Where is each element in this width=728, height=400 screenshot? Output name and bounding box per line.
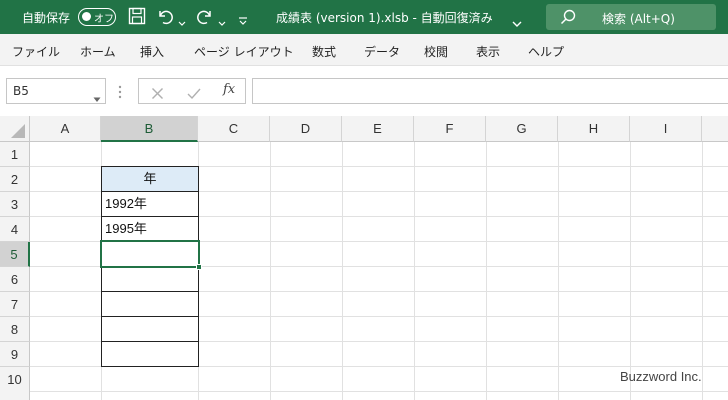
grid-line	[414, 142, 415, 400]
cell-b7[interactable]	[101, 291, 199, 317]
tab-review[interactable]: 校閲	[424, 43, 448, 60]
cell-b4[interactable]: 1995年	[101, 216, 199, 242]
tab-formulas[interactable]: 数式	[312, 43, 336, 60]
grid-line	[342, 142, 343, 400]
undo-icon[interactable]	[156, 7, 174, 27]
tab-help[interactable]: ヘルプ	[528, 43, 564, 60]
row-header-10[interactable]: 10	[0, 367, 30, 400]
name-box[interactable]: B5	[6, 78, 106, 104]
formula-buttons: fx	[138, 78, 246, 104]
grid-line	[486, 142, 487, 400]
row-header-7[interactable]: 7	[0, 292, 30, 317]
tab-insert[interactable]: 挿入	[140, 43, 164, 60]
formula-bar: B5 fx	[0, 66, 728, 116]
autosave-label: 自動保存	[22, 11, 71, 25]
document-title: 成績表 (version 1).xlsb - 自動回復済み	[276, 11, 493, 25]
title-bar: 自動保存 オフ 成績表 (version 1).xlsb - 自動回復済み 検索…	[0, 0, 728, 34]
toggle-knob	[82, 12, 91, 21]
undo-dropdown-icon[interactable]	[178, 12, 186, 32]
column-header-e[interactable]: E	[342, 116, 414, 142]
insert-function-button[interactable]: fx	[223, 82, 235, 97]
row-header-4[interactable]: 4	[0, 217, 30, 242]
column-header-i[interactable]: I	[630, 116, 702, 142]
redo-icon[interactable]	[196, 7, 214, 27]
row-header-2[interactable]: 2	[0, 167, 30, 192]
column-header-g[interactable]: G	[486, 116, 558, 142]
cell-b3[interactable]: 1992年	[101, 191, 199, 217]
column-header-c[interactable]: C	[198, 116, 270, 142]
name-box-value: B5	[13, 84, 29, 98]
redo-dropdown-icon[interactable]	[218, 12, 226, 32]
column-header-a[interactable]: A	[30, 116, 101, 142]
tab-page-layout[interactable]: ページ レイアウト	[194, 43, 294, 60]
check-icon[interactable]	[187, 85, 201, 104]
row-header-1[interactable]: 1	[0, 142, 30, 167]
autosave-toggle[interactable]: オフ	[78, 8, 116, 26]
search-placeholder: 検索 (Alt+Q)	[602, 12, 675, 26]
formula-input[interactable]	[252, 78, 728, 104]
tab-home[interactable]: ホーム	[80, 43, 116, 60]
row-header-9[interactable]: 9	[0, 342, 30, 367]
name-box-dropdown-icon[interactable]	[93, 88, 101, 107]
fill-handle[interactable]	[196, 264, 202, 270]
row-header-3[interactable]: 3	[0, 192, 30, 217]
cell-b9[interactable]	[101, 341, 199, 367]
tab-view[interactable]: 表示	[476, 43, 500, 60]
drag-handle-icon[interactable]	[118, 84, 122, 103]
title-dropdown-icon[interactable]	[512, 13, 522, 32]
search-box[interactable]: 検索 (Alt+Q)	[546, 4, 716, 30]
column-header-b[interactable]: B	[101, 116, 198, 142]
grid-line	[630, 142, 631, 400]
row-header-5[interactable]: 5	[0, 242, 30, 267]
tab-file[interactable]: ファイル	[12, 43, 60, 60]
cell-b2[interactable]: 年	[101, 166, 199, 192]
ribbon-tabs: ファイル ホーム 挿入 ページ レイアウト 数式 データ 校閲 表示 ヘルプ	[0, 34, 728, 66]
column-header-f[interactable]: F	[414, 116, 486, 142]
row-header-8[interactable]: 8	[0, 317, 30, 342]
grid-line	[702, 142, 703, 400]
save-icon[interactable]	[128, 7, 146, 27]
column-header-h[interactable]: H	[558, 116, 630, 142]
cell-b6[interactable]	[101, 266, 199, 292]
customize-toolbar-icon[interactable]	[238, 11, 248, 31]
select-all-corner[interactable]	[0, 116, 30, 142]
grid-line	[558, 142, 559, 400]
grid-line	[270, 142, 271, 400]
grid-line	[30, 391, 728, 392]
cancel-icon[interactable]	[151, 85, 164, 104]
watermark: Buzzword Inc.	[620, 369, 702, 384]
autosave-state: オフ	[94, 14, 114, 25]
column-header-d[interactable]: D	[270, 116, 342, 142]
search-icon	[560, 9, 576, 29]
active-cell-b5[interactable]	[100, 240, 200, 268]
column-header-partial[interactable]	[702, 116, 728, 142]
tab-data[interactable]: データ	[364, 43, 400, 60]
cell-b8[interactable]	[101, 316, 199, 342]
row-header-6[interactable]: 6	[0, 267, 30, 292]
